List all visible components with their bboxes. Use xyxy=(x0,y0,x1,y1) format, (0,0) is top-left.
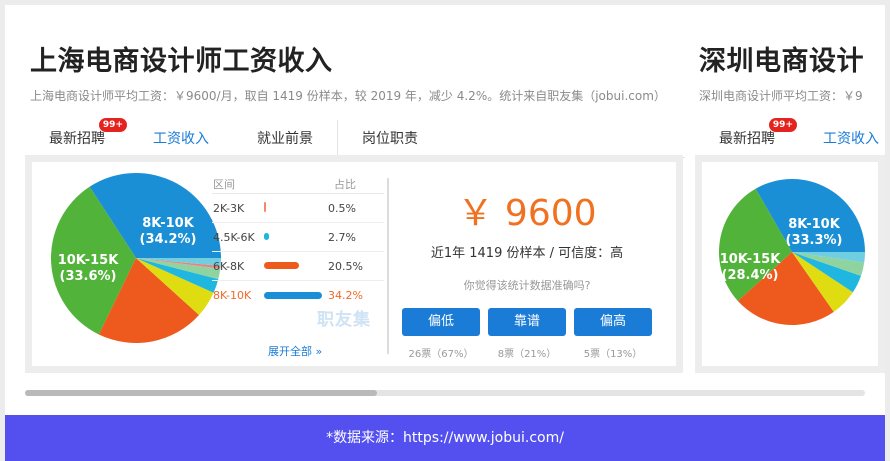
pct-label: 2.7% xyxy=(328,230,356,244)
carousel-frame: 上海电商设计师工资收入 上海电商设计师平均工资：￥9600/月，取自 1419 … xyxy=(5,5,885,415)
salary-panel: 8K-10K (33.3%) 10K-15K (28.4%) xyxy=(695,155,885,373)
pct-label: 20.5% xyxy=(328,259,363,273)
salary-distribution-table: 区间 占比 2K-3K 0.5% 4.5K-6K 2.7% 6K-8K 20.5… xyxy=(212,176,384,310)
tab-label: 就业前景 xyxy=(257,131,313,147)
horizontal-scrollbar[interactable] xyxy=(25,390,865,396)
tab-label: 岗位职责 xyxy=(362,131,418,147)
pie-slice-label: 8K-10K xyxy=(788,217,840,232)
pie-slice-percent: (28.4%) xyxy=(722,268,779,283)
vote-accurate-button[interactable]: 靠谱 xyxy=(488,308,566,336)
pie-slice-label: 10K-15K xyxy=(58,253,120,268)
range-column-header: 区间 xyxy=(213,178,235,191)
pie-slice-percent: (33.6%) xyxy=(60,269,117,284)
expand-all-link[interactable]: 展开全部 » xyxy=(268,343,322,359)
card-title: 深圳电商设计 xyxy=(699,46,864,77)
card-tabs: 最新招聘 99+ 工资收入 就业前景 岗位职责 xyxy=(25,118,685,158)
vote-count: 26票（67%） xyxy=(408,349,474,360)
vote-count: 8票（21%） xyxy=(497,349,557,360)
distribution-bar xyxy=(264,291,322,299)
pie-slice-percent: (33.3%) xyxy=(786,233,843,248)
distribution-header: 区间 占比 xyxy=(212,176,384,194)
vote-item: 偏高 5票（13%） xyxy=(574,308,652,360)
vote-too-high-button[interactable]: 偏高 xyxy=(574,308,652,336)
count-badge: 99+ xyxy=(768,118,797,132)
tab-latest-jobs[interactable]: 最新招聘 99+ xyxy=(25,118,129,158)
scrollbar-thumb[interactable] xyxy=(25,390,377,396)
salary-panel: 8K-10K (34.2%) 10K-15K (33.6%) 区间 占比 2K-3K … xyxy=(25,155,683,373)
distribution-bar xyxy=(264,233,269,240)
salary-pie-chart: 8K-10K(33.3%) 10K-15K(28.4%) xyxy=(719,179,865,325)
distribution-bar xyxy=(264,202,266,212)
tab-job-duties[interactable]: 岗位职责 xyxy=(337,120,442,158)
vote-item: 靠谱 8票（21%） xyxy=(488,308,566,360)
distribution-row: 4.5K-6K 2.7% xyxy=(212,223,384,252)
card-tabs: 最新招聘 99+ 工资收入 xyxy=(695,118,885,158)
range-label: 4.5K-6K xyxy=(213,230,255,244)
tab-salary-income[interactable]: 工资收入 xyxy=(129,120,233,158)
tab-latest-jobs[interactable]: 最新招聘 99+ xyxy=(695,118,799,158)
count-badge: 99+ xyxy=(98,118,127,132)
accuracy-question: 你觉得该统计数据准确吗? xyxy=(463,279,591,292)
tab-label: 工资收入 xyxy=(823,131,879,147)
tab-employment-outlook[interactable]: 就业前景 xyxy=(233,120,337,158)
range-label: 6K-8K xyxy=(213,259,245,273)
distribution-bar xyxy=(264,262,299,269)
tab-label: 最新招聘 xyxy=(49,131,105,147)
range-label: 8K-10K xyxy=(213,289,252,302)
salary-pie-chart: 8K-10K(34.2%) 10K-15K(33.6%) xyxy=(50,173,221,343)
pie-slice-label: 10K-15K xyxy=(720,252,782,267)
data-source-footer: *数据来源：https://www.jobui.com/ xyxy=(5,415,885,461)
distribution-row: 2K-3K 0.5% xyxy=(212,194,384,223)
card-subtitle: 深圳电商设计师平均工资：￥9 xyxy=(699,89,863,103)
pct-label: 0.5% xyxy=(328,201,356,215)
pct-column-header: 占比 xyxy=(334,178,356,191)
vote-item: 偏低 26票（67%） xyxy=(402,308,480,360)
vote-too-low-button[interactable]: 偏低 xyxy=(402,308,480,336)
tab-label: 最新招聘 xyxy=(719,131,775,147)
average-salary: ￥ 9600 xyxy=(457,193,597,234)
pie-slice-label: 8K-10K xyxy=(142,216,194,231)
divider xyxy=(387,178,389,354)
watermark-logo: 职友集 xyxy=(317,310,371,330)
salary-summary: ￥ 9600 近1年 1419 份样本 / 可信度：高 你觉得该统计数据准确吗?… xyxy=(402,162,652,366)
sample-info: 近1年 1419 份样本 / 可信度：高 xyxy=(430,246,624,261)
distribution-row: 6K-8K 20.5% xyxy=(212,252,384,281)
tab-label: 工资收入 xyxy=(153,131,209,147)
range-label: 2K-3K xyxy=(213,201,245,215)
salary-panel-content: 8K-10K (34.2%) 10K-15K (33.6%) 区间 占比 2K-3K … xyxy=(32,162,676,366)
pct-label: 34.2% xyxy=(328,289,363,302)
tab-salary-income[interactable]: 工资收入 xyxy=(799,120,885,158)
vote-group: 偏低 26票（67%） 靠谱 8票（21%） 偏高 5票（13%） xyxy=(402,308,652,360)
vote-count: 5票（13%） xyxy=(583,349,643,360)
card-subtitle: 上海电商设计师平均工资：￥9600/月，取自 1419 份样本，较 2019 年… xyxy=(30,89,666,103)
pie-slice-percent: (34.2%) xyxy=(140,232,197,247)
card-title: 上海电商设计师工资收入 xyxy=(30,46,333,77)
salary-panel-content: 8K-10K (33.3%) 10K-15K (28.4%) xyxy=(702,162,878,366)
